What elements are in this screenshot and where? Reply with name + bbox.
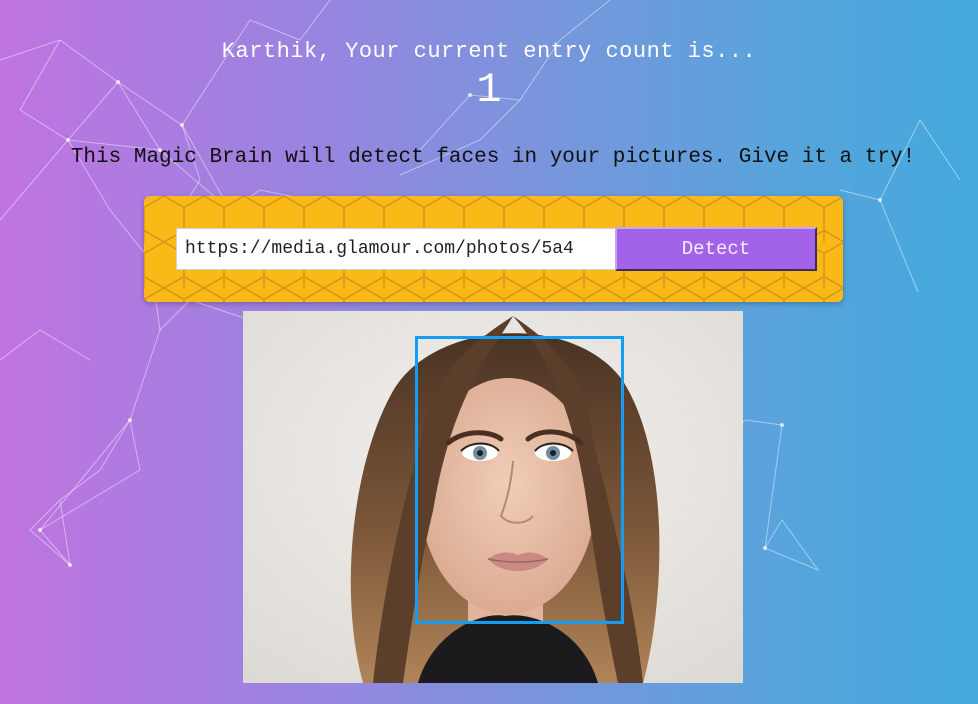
image-link-form: Detect xyxy=(144,196,843,302)
detect-button[interactable]: Detect xyxy=(615,227,817,271)
intro-text: This Magic Brain will detect faces in yo… xyxy=(70,146,916,169)
entry-count-greeting: Karthik, Your current entry count is... xyxy=(221,39,757,64)
face-bounding-box xyxy=(415,336,624,624)
image-url-input[interactable] xyxy=(176,228,616,270)
result-image xyxy=(243,311,743,683)
entry-count-value: 1 xyxy=(476,66,502,114)
